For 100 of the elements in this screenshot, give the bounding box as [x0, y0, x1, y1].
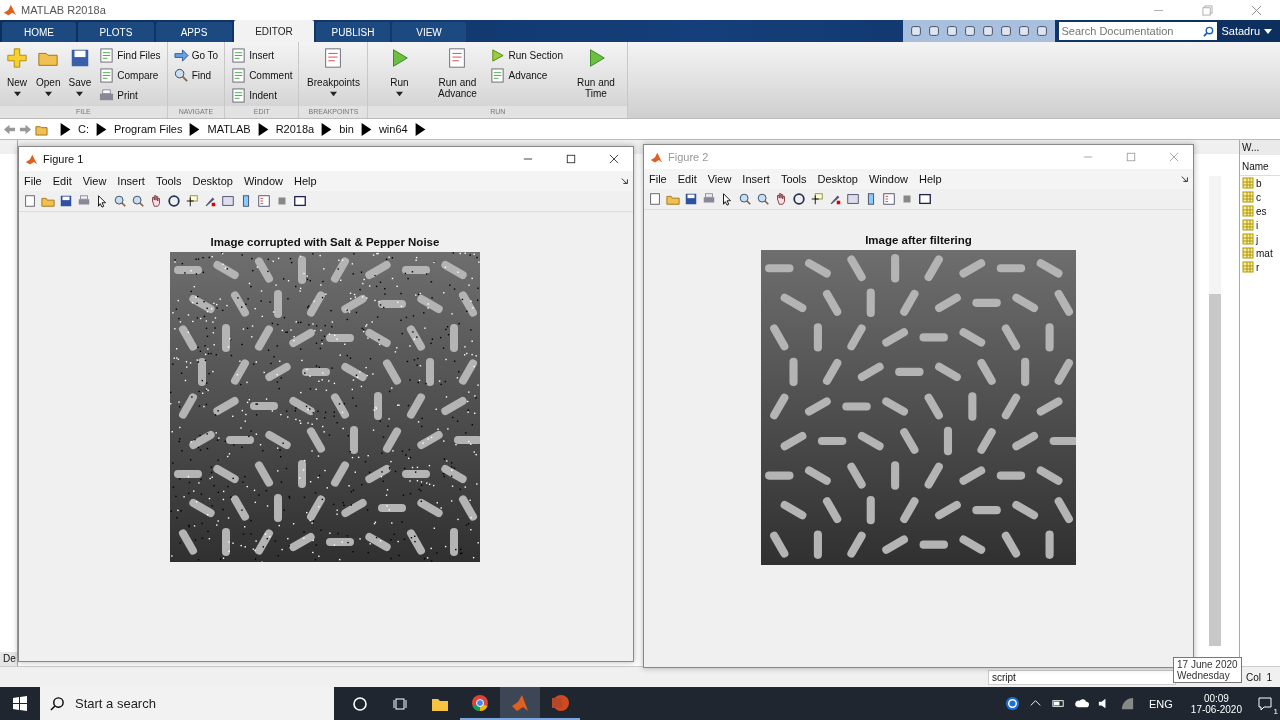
clock[interactable]: 00:09 17-06-2020 — [1190, 692, 1242, 715]
ribbon-tab[interactable]: HOME — [2, 22, 76, 42]
ribbon-tab[interactable]: EDITOR — [234, 20, 314, 42]
document-icon — [231, 67, 247, 83]
dock-arrow-icon[interactable] — [621, 177, 629, 185]
ribbon-button[interactable]: Find — [173, 65, 219, 85]
matlab-logo-icon — [650, 150, 663, 164]
taskbar-app[interactable] — [500, 687, 540, 720]
rotate-icon[interactable] — [792, 192, 806, 206]
language-indicator[interactable]: ENG — [1149, 697, 1173, 710]
panel-tab[interactable]: De — [0, 652, 17, 666]
menu-item[interactable]: File — [24, 175, 42, 187]
chevron-right-icon[interactable] — [188, 122, 202, 136]
menu-item[interactable]: Tools — [780, 173, 807, 185]
taskbar-search-box[interactable]: Start a search — [40, 687, 334, 720]
column-header[interactable]: Name — [1240, 155, 1280, 176]
plot-title: Image corrupted with Salt & Pepper Noise — [210, 236, 440, 248]
variable-name[interactable]: es — [1256, 205, 1267, 217]
ribbon-button[interactable]: Run and Advance — [432, 45, 483, 105]
menu-item[interactable]: Edit — [677, 173, 697, 185]
circle-icon[interactable] — [352, 695, 368, 712]
document-icon — [231, 47, 247, 63]
hand-icon[interactable] — [149, 194, 163, 208]
new-file-icon[interactable] — [648, 192, 662, 206]
hand-icon[interactable] — [774, 192, 788, 206]
grid-icon — [1242, 205, 1254, 217]
menu-item[interactable]: Edit — [52, 175, 72, 187]
chevron-right-icon[interactable] — [359, 122, 373, 136]
menu-item[interactable]: Desktop — [817, 173, 858, 185]
zoom-out-icon[interactable] — [131, 194, 145, 208]
ribbon-button[interactable]: Print — [99, 85, 161, 105]
pointer-icon[interactable] — [720, 192, 734, 206]
menu-item[interactable]: View — [82, 175, 107, 187]
back-arrow-icon[interactable] — [3, 122, 16, 136]
grid-icon — [1242, 177, 1254, 189]
ribbon-button[interactable]: Breakpoints — [305, 45, 362, 105]
variable-name[interactable]: r — [1256, 261, 1260, 273]
legend-icon[interactable] — [882, 192, 896, 206]
taskbar-search-field[interactable]: Start a search — [73, 695, 253, 712]
variable-name[interactable]: c — [1256, 191, 1261, 203]
search-icon[interactable] — [1203, 25, 1215, 37]
chevron-right-icon[interactable] — [413, 122, 427, 136]
variable-name[interactable]: i — [1256, 219, 1259, 231]
ribbon-button[interactable]: Insert — [231, 45, 293, 65]
plot-title: Image after filtering — [865, 234, 972, 246]
data-cursor-icon[interactable] — [810, 192, 824, 206]
ribbon-button[interactable]: Compare — [99, 65, 161, 85]
ribbon-button[interactable]: Run Section — [490, 45, 563, 65]
dock-arrow-icon[interactable] — [1181, 175, 1189, 183]
zoom-in-icon[interactable] — [113, 194, 127, 208]
menu-item[interactable]: Window — [243, 175, 284, 187]
menu-item[interactable]: Window — [868, 173, 909, 185]
ribbon-button[interactable]: Comment — [231, 65, 293, 85]
notification-icon[interactable] — [1257, 695, 1273, 712]
menu-item[interactable]: File — [649, 173, 667, 185]
ribbon-button[interactable]: Run and Time — [570, 45, 621, 105]
ribbon-button[interactable]: Advance — [490, 65, 563, 85]
chevron-right-icon[interactable] — [95, 122, 108, 136]
ribbon-button[interactable]: New — [6, 45, 28, 105]
grid-icon — [1242, 261, 1254, 273]
variable-name[interactable]: j — [1256, 233, 1259, 245]
ribbon-button[interactable]: Save — [68, 45, 92, 105]
ribbon-button[interactable]: Find Files — [99, 45, 161, 65]
rotate-icon[interactable] — [167, 194, 181, 208]
ribbon-button[interactable]: Run — [374, 45, 425, 105]
scrollbar[interactable] — [1209, 176, 1221, 646]
maximize-icon[interactable] — [566, 154, 576, 164]
menu-item[interactable]: Desktop — [192, 175, 233, 187]
chevron-right-icon[interactable] — [320, 122, 334, 136]
search-box[interactable]: Search Documentation — [1059, 22, 1218, 40]
ribbon-tab[interactable]: APPS — [156, 22, 232, 42]
variable-name[interactable]: b — [1256, 177, 1262, 189]
ribbon-button[interactable]: Open — [36, 45, 61, 105]
menu-item[interactable]: View — [707, 173, 732, 185]
legend-icon[interactable] — [257, 194, 271, 208]
menu-item[interactable]: Help — [919, 173, 942, 185]
ribbon-button[interactable]: Indent — [231, 85, 293, 105]
menu-item[interactable]: Tools — [155, 175, 182, 187]
zoom-in-icon[interactable] — [738, 192, 752, 206]
ribbon-tab[interactable]: PUBLISH — [316, 22, 390, 42]
variable-name[interactable]: mat — [1256, 247, 1273, 259]
caret-icon[interactable] — [1264, 27, 1272, 35]
document-icon — [99, 47, 115, 63]
task-view-icon[interactable] — [392, 695, 408, 712]
new-file-icon[interactable] — [23, 194, 37, 208]
menu-item[interactable]: Insert — [117, 175, 145, 187]
user-menu[interactable]: Satadru — [1221, 25, 1264, 37]
chevron-right-icon[interactable] — [59, 122, 72, 136]
pointer-icon[interactable] — [95, 194, 109, 208]
ribbon-tab[interactable]: VIEW — [392, 22, 466, 42]
menu-item[interactable]: Insert — [742, 173, 770, 185]
chevron-right-icon[interactable] — [256, 122, 270, 136]
menu-item[interactable]: Help — [294, 175, 317, 187]
data-cursor-icon[interactable] — [185, 194, 199, 208]
ribbon-button[interactable]: Go To — [173, 45, 219, 65]
close-icon[interactable] — [609, 154, 619, 164]
ribbon-tab[interactable]: PLOTS — [78, 22, 154, 42]
windows-logo-icon[interactable] — [12, 695, 28, 712]
document-icon — [99, 67, 115, 83]
zoom-out-icon[interactable] — [756, 192, 770, 206]
